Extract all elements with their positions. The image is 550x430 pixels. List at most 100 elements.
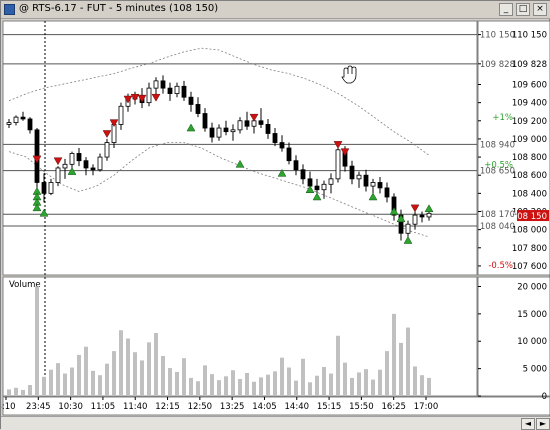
candle-body	[6, 122, 12, 125]
volume-bar	[315, 375, 319, 396]
volume-bar	[273, 371, 277, 396]
volume-bar	[168, 368, 172, 396]
price-tick-label: 108 800	[512, 153, 547, 163]
chart-window-icon	[4, 4, 15, 15]
time-tick-label: 3:10	[1, 402, 16, 412]
volume-bar	[56, 363, 60, 396]
candle-body	[230, 129, 236, 133]
volume-panel-bg	[2, 276, 478, 397]
candle-body	[258, 120, 264, 125]
volume-bar	[203, 365, 207, 396]
level-label: 108 040	[480, 222, 515, 232]
chart-area[interactable]: 110 150 109 828 108 940 108 650 108 170 108 0…	[0, 19, 550, 416]
volume-bar	[140, 360, 144, 396]
volume-bar	[357, 372, 361, 396]
candle-body	[41, 182, 47, 194]
candle-body	[216, 127, 222, 138]
candle-body	[244, 120, 250, 127]
volume-bar	[399, 342, 403, 396]
candle-body	[104, 142, 110, 158]
candle-body	[160, 80, 166, 89]
time-tick-label: 13:25	[220, 402, 245, 412]
time-tick-label: 17:00	[414, 402, 439, 412]
scroll-left-button[interactable]: ◄	[521, 418, 535, 430]
volume-bar	[133, 352, 137, 396]
time-tick-label: 14:05	[252, 402, 277, 412]
volume-bar	[322, 366, 326, 396]
title-bar[interactable]: @ RTS-6.17 - FUT - 5 minutes (108 150) _…	[1, 1, 550, 19]
close-button[interactable]: ×	[533, 3, 547, 16]
percent-label: +1%	[492, 113, 513, 123]
volume-bar	[161, 356, 165, 396]
volume-bar	[28, 385, 32, 396]
volume-tick-label: 15 000	[517, 310, 547, 320]
price-tick-label: 107 800	[512, 244, 547, 254]
horizontal-scrollbar[interactable]: ◄ ►	[1, 416, 550, 430]
volume-bar	[84, 346, 88, 396]
window-title: @ RTS-6.17 - FUT - 5 minutes (108 150)	[19, 3, 219, 14]
volume-bar	[308, 382, 312, 396]
candle-body	[356, 174, 362, 180]
volume-bar	[112, 351, 116, 396]
candle-body	[62, 163, 68, 169]
hand-cursor-icon	[341, 65, 357, 84]
volume-bar	[392, 313, 396, 396]
scroll-right-button[interactable]: ►	[536, 418, 550, 430]
level-label: 109 828	[480, 60, 515, 70]
minimize-button[interactable]: _	[499, 3, 513, 16]
volume-bar	[280, 357, 284, 396]
candle-body	[55, 167, 61, 183]
percent-label: -0.5%	[488, 261, 513, 271]
candle-body	[20, 116, 26, 120]
candle-body	[265, 124, 271, 134]
price-tick-label: 110 150	[512, 31, 547, 41]
candle-body	[209, 127, 215, 138]
candle-body	[181, 85, 187, 98]
volume-bar	[42, 376, 46, 396]
candle-body	[363, 174, 369, 187]
volume-bar	[224, 376, 228, 396]
volume-tick-label: 20 000	[517, 282, 547, 292]
candle-body	[321, 183, 327, 191]
time-tick-label: 15:15	[317, 402, 342, 412]
volume-bar	[182, 358, 186, 396]
time-tick-label: 14:40	[285, 402, 310, 412]
maximize-button[interactable]: □	[516, 3, 530, 16]
volume-bar	[63, 373, 67, 396]
candle-body	[237, 120, 243, 131]
candle-body	[335, 149, 341, 180]
candle-body	[97, 156, 103, 171]
candle-body	[174, 85, 180, 94]
candle-body	[412, 214, 418, 225]
volume-bar	[371, 379, 375, 396]
time-tick-label: 10:30	[58, 402, 83, 412]
candle-body	[405, 223, 411, 234]
volume-tick-label: 0	[542, 392, 547, 402]
candle-body	[188, 96, 194, 105]
volume-bar	[329, 373, 333, 396]
volume-bar	[245, 373, 249, 396]
volume-bar	[350, 377, 354, 396]
candle-body	[146, 87, 152, 104]
candle-body	[272, 133, 278, 143]
chart-svg[interactable]: 110 150109 828108 940108 650108 170108 0…	[0, 19, 550, 416]
volume-bar	[35, 286, 39, 396]
candle-body	[293, 160, 299, 171]
volume-bar	[175, 371, 179, 396]
time-tick-label: 11:40	[123, 402, 148, 412]
volume-bar	[385, 351, 389, 396]
price-tick-label: 108 400	[512, 189, 547, 199]
price-tick-label: 109 828	[512, 60, 547, 70]
volume-bar	[364, 369, 368, 396]
candle-body	[76, 153, 82, 162]
volume-bar	[343, 362, 347, 396]
volume-bar	[336, 335, 340, 396]
candle-body	[370, 182, 376, 187]
candle-body	[223, 127, 229, 133]
candle-body	[279, 142, 285, 149]
candle-body	[167, 87, 173, 94]
volume-bar	[294, 380, 298, 396]
percent-label: +0.5%	[484, 160, 513, 170]
price-tick-label: 109 000	[512, 135, 547, 145]
volume-bar	[259, 377, 263, 396]
